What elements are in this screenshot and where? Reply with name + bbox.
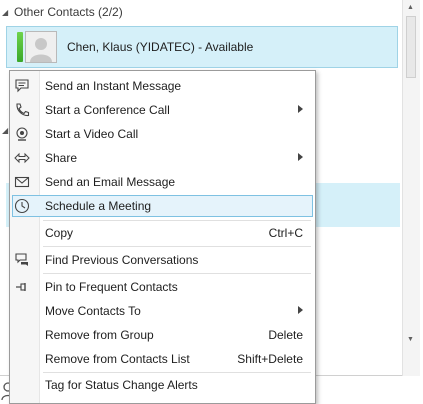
submenu-arrow-icon <box>298 105 303 113</box>
menu-item-label: Tag for Status Change Alerts <box>45 378 198 392</box>
phone-icon <box>16 103 30 117</box>
menu-item-shortcut: Delete <box>268 328 303 342</box>
scroll-down-arrow-icon[interactable]: ▼ <box>407 336 414 343</box>
group-label: Other Contacts (2/2) <box>14 5 123 19</box>
im-icon <box>15 79 29 93</box>
menu-item-label: Start a Conference Call <box>45 103 170 117</box>
presence-available-indicator <box>17 32 23 62</box>
conversation-history-icon <box>15 253 28 266</box>
menu-item-remove-from-group[interactable]: Remove from Group Delete <box>10 323 315 347</box>
contact-name: Chen, Klaus (YIDATEC) - Available <box>67 40 254 54</box>
menu-separator <box>43 246 311 247</box>
menu-item-start-video-call[interactable]: Start a Video Call <box>10 122 315 146</box>
menu-item-start-conference-call[interactable]: Start a Conference Call <box>10 98 315 122</box>
contact-context-menu: Send an Instant Message Start a Conferen… <box>9 70 316 404</box>
meeting-icon <box>14 198 30 214</box>
scroll-thumb[interactable] <box>406 16 416 78</box>
menu-item-label: Start a Video Call <box>45 127 139 141</box>
vertical-scrollbar[interactable]: ▲ ▼ <box>402 0 420 376</box>
menu-item-shortcut: Shift+Delete <box>237 352 303 366</box>
menu-item-label: Move Contacts To <box>45 304 141 318</box>
menu-item-label: Remove from Contacts List <box>45 352 190 366</box>
menu-item-send-instant-message[interactable]: Send an Instant Message <box>10 74 315 98</box>
collapse-triangle-icon[interactable]: ◢ <box>2 8 14 17</box>
menu-item-label: Remove from Group <box>45 328 154 342</box>
menu-item-find-previous-conversations[interactable]: Find Previous Conversations <box>10 248 315 272</box>
menu-item-remove-from-contacts-list[interactable]: Remove from Contacts List Shift+Delete <box>10 347 315 371</box>
email-icon <box>14 176 30 188</box>
collapse-triangle-icon[interactable]: ◢ <box>2 126 8 135</box>
submenu-arrow-icon <box>298 306 303 314</box>
menu-item-label: Send an Instant Message <box>45 79 182 93</box>
menu-item-label: Schedule a Meeting <box>45 199 152 213</box>
pin-icon <box>16 283 26 291</box>
submenu-arrow-icon <box>298 153 303 161</box>
share-icon <box>14 152 30 164</box>
avatar[interactable] <box>25 31 57 63</box>
menu-item-label: Share <box>45 151 78 165</box>
group-header-other-contacts[interactable]: ◢ Other Contacts (2/2) <box>0 0 400 24</box>
menu-item-label: Pin to Frequent Contacts <box>45 280 178 294</box>
menu-item-label: Copy <box>45 226 74 240</box>
person-silhouette-icon <box>26 32 56 62</box>
menu-item-shortcut: Ctrl+C <box>268 226 303 240</box>
menu-item-schedule-meeting[interactable]: Schedule a Meeting <box>10 194 315 218</box>
menu-item-send-email[interactable]: Send an Email Message <box>10 170 315 194</box>
menu-item-pin-frequent-contacts[interactable]: Pin to Frequent Contacts <box>10 275 315 299</box>
menu-item-share[interactable]: Share <box>10 146 315 170</box>
menu-item-move-contacts-to[interactable]: Move Contacts To <box>10 299 315 323</box>
menu-item-label: Send an Email Message <box>45 175 176 189</box>
menu-separator <box>43 273 311 274</box>
menu-item-copy[interactable]: Copy Ctrl+C <box>10 221 315 245</box>
contact-row[interactable]: Chen, Klaus (YIDATEC) - Available <box>6 26 398 68</box>
menu-item-tag-status-alerts[interactable]: Tag for Status Change Alerts <box>10 373 315 397</box>
scroll-up-arrow-icon[interactable]: ▲ <box>407 4 414 11</box>
menu-item-label: Find Previous Conversations <box>45 253 199 267</box>
webcam-icon <box>16 127 28 141</box>
